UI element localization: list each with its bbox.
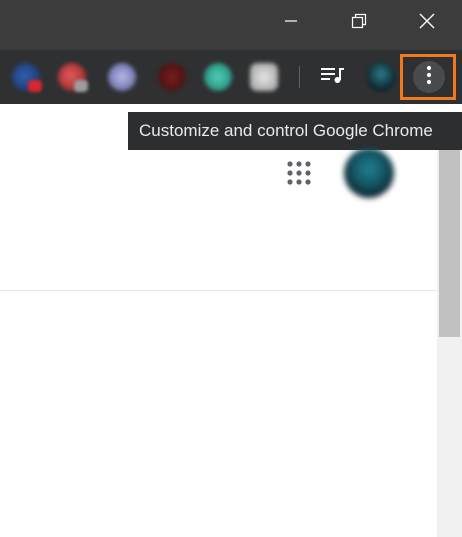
apps-grid-icon[interactable] <box>286 160 312 186</box>
more-vert-icon <box>426 65 432 90</box>
media-control-button[interactable] <box>316 60 350 94</box>
restore-button[interactable] <box>336 0 382 42</box>
menu-tooltip: Customize and control Google Chrome <box>128 112 462 150</box>
profile-avatar[interactable] <box>366 62 396 92</box>
extension-icon[interactable] <box>108 63 136 91</box>
minimize-icon <box>284 14 298 28</box>
extension-icon[interactable] <box>204 63 232 91</box>
close-icon <box>419 13 435 29</box>
minimize-button[interactable] <box>268 0 314 42</box>
restore-icon <box>351 13 367 29</box>
scrollbar-thumb[interactable] <box>439 150 460 337</box>
extension-badge <box>28 80 42 92</box>
extension-icon[interactable] <box>250 63 278 91</box>
account-avatar[interactable] <box>344 148 394 198</box>
chrome-menu-button[interactable] <box>413 61 445 93</box>
extension-icon[interactable] <box>158 63 186 91</box>
toolbar-separator <box>299 66 300 88</box>
media-control-icon <box>320 65 346 90</box>
window-titlebar <box>0 0 462 50</box>
content-divider <box>0 290 437 291</box>
extension-badge <box>74 80 88 92</box>
close-button[interactable] <box>404 0 450 42</box>
